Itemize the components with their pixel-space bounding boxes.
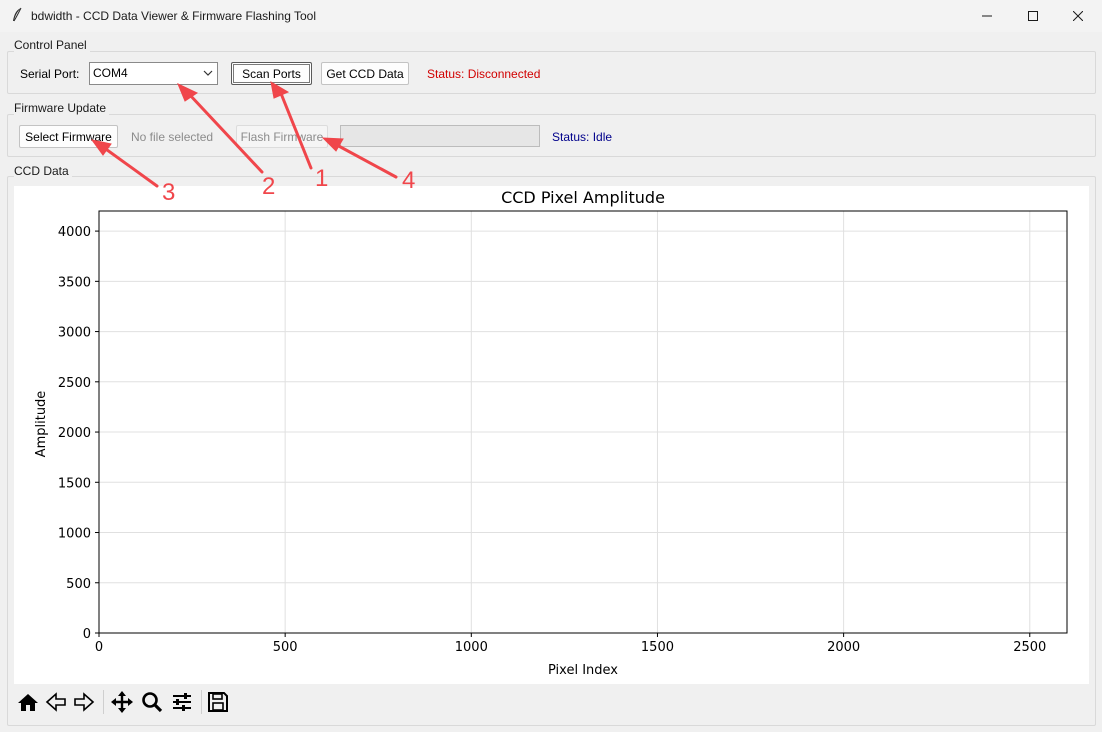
annotation-label-2: 2: [262, 173, 276, 200]
x-tick-label: 1500: [641, 640, 674, 655]
y-tick-label: 500: [66, 577, 91, 592]
serial-port-select[interactable]: COM4: [89, 62, 218, 85]
x-tick-label: 1000: [455, 640, 488, 655]
flash-firmware-button[interactable]: Flash Firmware: [236, 125, 328, 148]
y-tick-label: 4000: [58, 225, 91, 240]
back-icon: [45, 692, 66, 712]
zoom-icon: [142, 692, 163, 713]
serial-port-value: COM4: [93, 66, 128, 80]
y-tick-label: 3500: [58, 275, 91, 290]
x-tick-label: 500: [273, 640, 298, 655]
chart-ticks: 0 500 1000 1500 2000 2500 0 500 1000 1500 2000 2500…: [58, 225, 1046, 655]
firmware-file-label: No file selected: [131, 130, 214, 144]
forward-icon: [74, 692, 95, 712]
pan-icon: [111, 691, 133, 713]
back-button[interactable]: [44, 690, 68, 714]
close-icon: [1073, 11, 1083, 21]
zoom-button[interactable]: [140, 690, 164, 714]
minimize-icon: [982, 15, 992, 17]
x-tick-label: 2500: [1013, 640, 1046, 655]
home-button[interactable]: [16, 690, 40, 714]
chevron-down-icon: [203, 70, 213, 76]
title-bar: bdwidth - CCD Data Viewer & Firmware Fla…: [0, 0, 1102, 32]
y-tick-label: 1000: [58, 527, 91, 542]
configure-subplots-button[interactable]: [170, 690, 194, 714]
toolbar-separator: [201, 690, 202, 714]
maximize-icon: [1028, 11, 1038, 21]
flash-progress-bar: [340, 125, 540, 147]
control-panel-label: Control Panel: [14, 38, 90, 52]
ccd-data-label: CCD Data: [14, 164, 72, 178]
get-ccd-data-button[interactable]: Get CCD Data: [321, 62, 409, 85]
select-firmware-button[interactable]: Select Firmware: [19, 125, 118, 148]
flash-status: Status: Idle: [552, 130, 613, 144]
x-tick-label: 2000: [827, 640, 860, 655]
save-button[interactable]: [206, 690, 230, 714]
annotation-label-1: 1: [315, 165, 329, 192]
y-tick-label: 0: [83, 627, 91, 642]
y-tick-label: 3000: [58, 326, 91, 341]
serial-port-label: Serial Port:: [20, 67, 80, 81]
y-tick-label: 2000: [58, 426, 91, 441]
chart-y-axis-label: Amplitude: [34, 391, 49, 458]
window-title: bdwidth - CCD Data Viewer & Firmware Fla…: [31, 9, 316, 23]
plot-canvas[interactable]: CCD Pixel Amplitude Amplitude Pixel Inde…: [14, 186, 1089, 684]
configure-subplots-icon: [173, 693, 191, 711]
maximize-button[interactable]: [1010, 0, 1056, 32]
feather-icon: [13, 7, 22, 22]
firmware-update-label: Firmware Update: [14, 101, 110, 115]
plot-frame: [98, 210, 1068, 634]
chart-x-axis-label: Pixel Index: [548, 663, 618, 678]
save-icon: [208, 692, 228, 712]
chart-grid: [98, 211, 1067, 634]
pan-button[interactable]: [110, 690, 134, 714]
y-tick-label: 1500: [58, 476, 91, 491]
plot-toolbar: [14, 686, 314, 718]
close-button[interactable]: [1055, 0, 1101, 32]
toolbar-separator: [103, 690, 104, 714]
annotation-label-4: 4: [402, 167, 416, 194]
x-tick-label: 0: [95, 640, 103, 655]
connection-status: Status: Disconnected: [427, 67, 541, 81]
chart-title: CCD Pixel Amplitude: [501, 188, 665, 207]
scan-ports-button[interactable]: Scan Ports: [231, 62, 312, 85]
ccd-chart[interactable]: CCD Pixel Amplitude Amplitude Pixel Inde…: [14, 186, 1089, 684]
annotation-label-3: 3: [162, 179, 176, 206]
y-tick-label: 2500: [58, 376, 91, 391]
minimize-button[interactable]: [964, 0, 1010, 32]
forward-button[interactable]: [72, 690, 96, 714]
home-icon: [18, 694, 38, 711]
